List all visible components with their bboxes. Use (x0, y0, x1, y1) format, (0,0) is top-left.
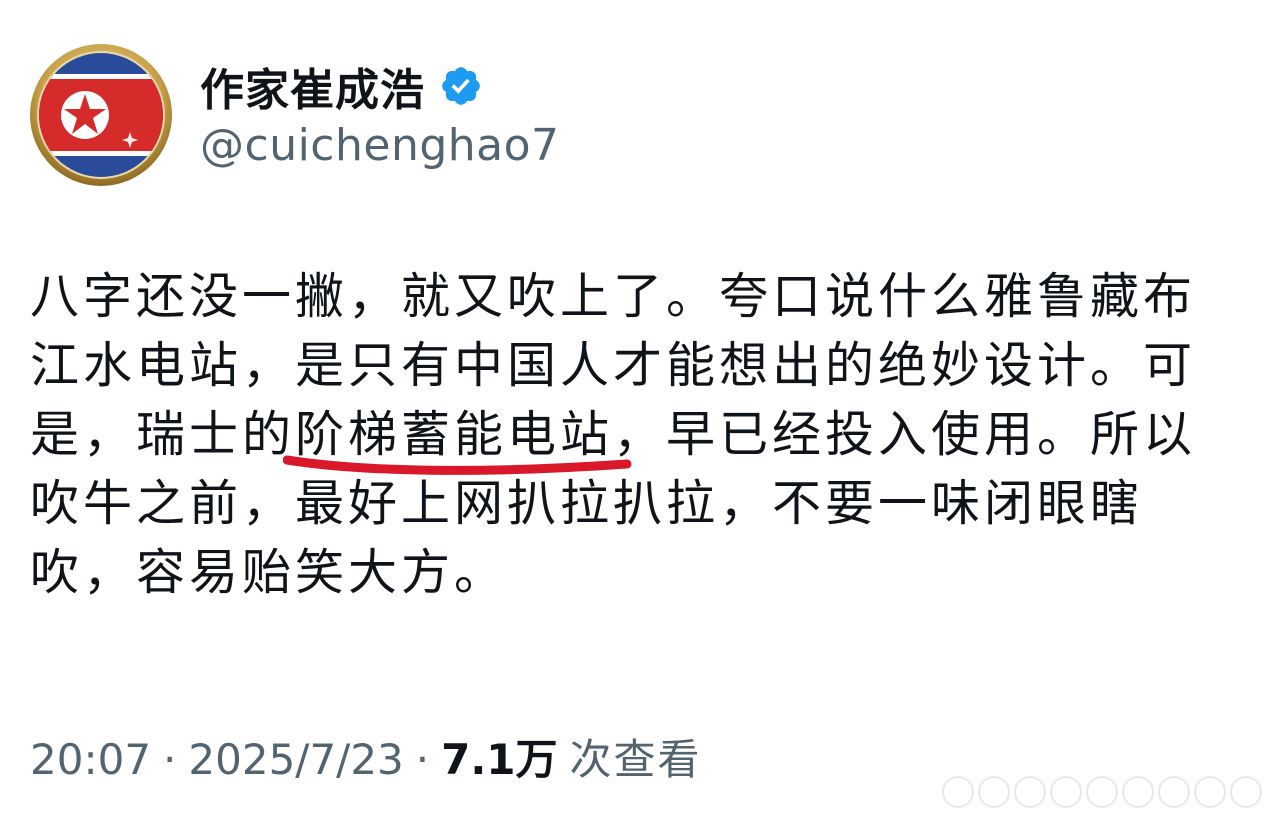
author-handle[interactable]: @cuichenghao7 (200, 120, 560, 171)
tweet-time[interactable]: 20:07 (30, 735, 151, 784)
tweet-text-line: 是，瑞士的阶梯蓄能电站 ，早已经投入使用。所以 (30, 400, 1255, 475)
tweet-text-segment: ，早已经投入使用。所以 (613, 406, 1197, 463)
tweet-text-line: 吹牛之前，最好上网扒拉扒拉，不要一味闭眼瞎 (30, 475, 1144, 532)
views-label: 次查看 (569, 735, 702, 784)
author-name-row: 作家崔成浩 (200, 56, 483, 116)
tweet-text: 八字还没一撇，就又吹上了。夸口说什么雅鲁藏布 江水电站，是只有中国人才能想出的绝… (30, 262, 1255, 607)
tweet-date[interactable]: 2025/7/23 (188, 735, 403, 784)
meta-separator: · (163, 735, 177, 784)
avatar[interactable] (30, 44, 172, 186)
views-count[interactable]: 7.1万 (441, 726, 557, 787)
underlined-phrase-text: 阶梯蓄能电站 (295, 406, 614, 463)
watermark-icon (942, 776, 1262, 808)
meta-separator: · (415, 735, 430, 784)
tweet-card: 作家崔成浩 @cuichenghao7 八字还没一撇，就又吹上了。夸口说什么雅鲁… (0, 0, 1280, 820)
underlined-phrase: 阶梯蓄能电站 (283, 400, 632, 475)
author-display-name[interactable]: 作家崔成浩 (200, 54, 425, 118)
verified-badge-icon (442, 67, 480, 105)
tweet-text-line: 八字还没一撇，就又吹上了。夸口说什么雅鲁藏布 (30, 268, 1197, 325)
tweet-text-line: 江水电站，是只有中国人才能想出的绝妙设计。可 (30, 337, 1197, 394)
north-korea-flag-badge-icon (30, 44, 172, 186)
tweet-meta: 20:07 · 2025/7/23 · 7.1万 次查看 (30, 726, 702, 787)
tweet-text-segment: 是，瑞士的 (30, 406, 296, 463)
tweet-text-line: 吹，容易贻笑大方。 (30, 544, 508, 601)
